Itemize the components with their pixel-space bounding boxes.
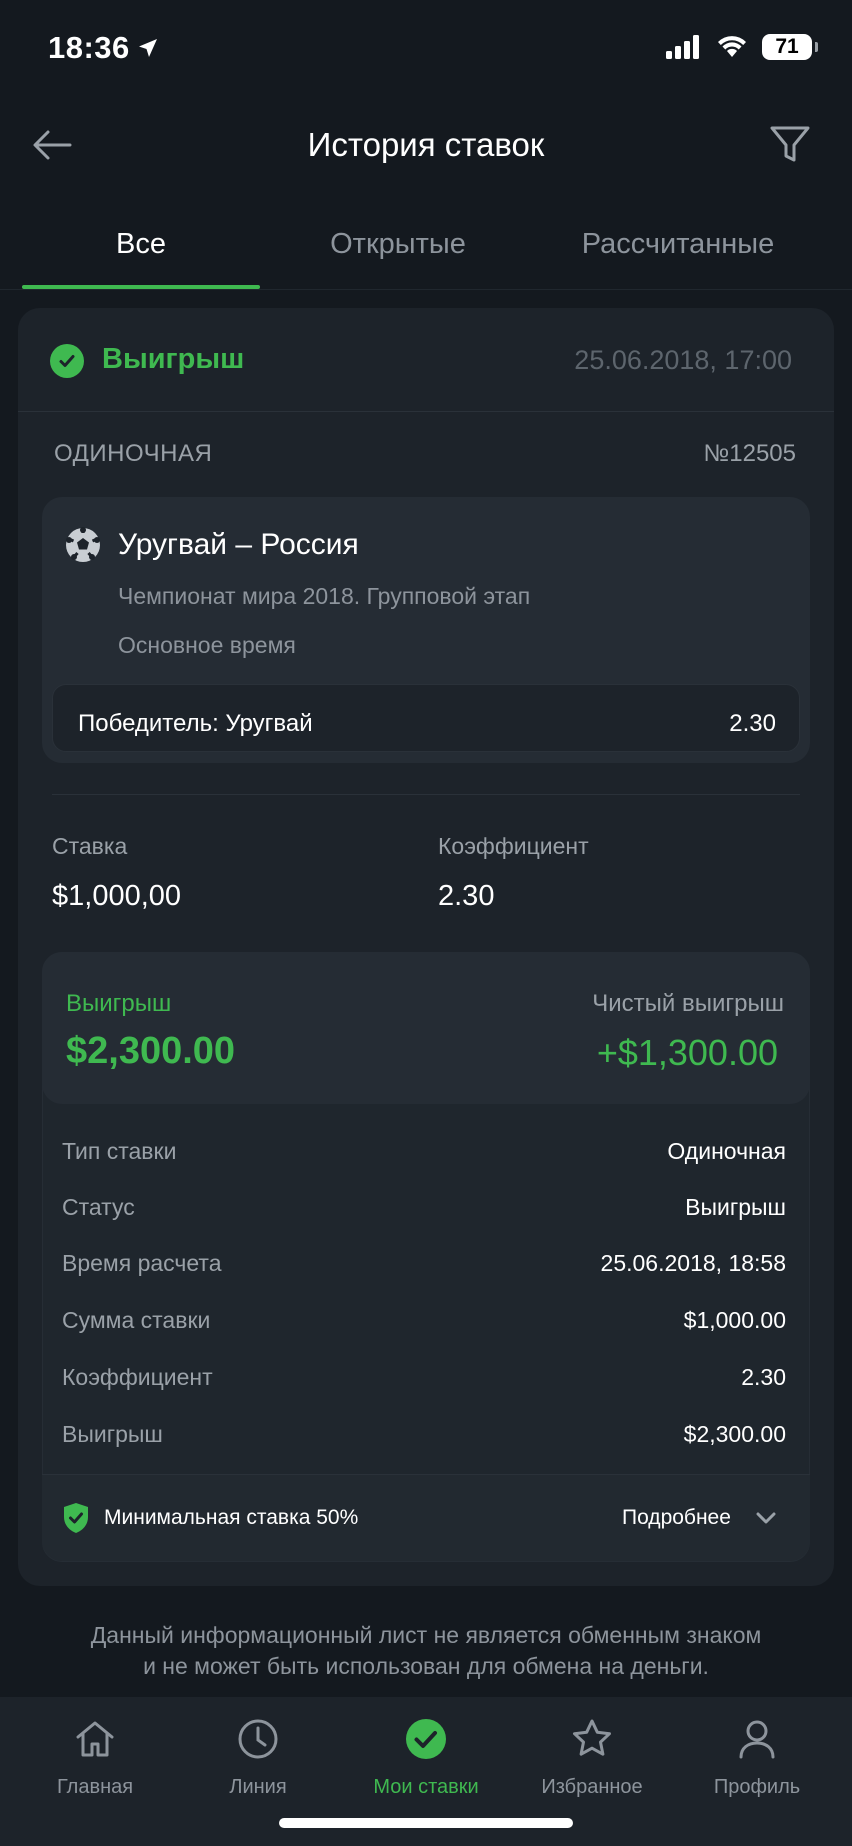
payout-value: $2,300.00 — [66, 1030, 236, 1072]
detail-value: $2,300.00 — [683, 1421, 786, 1447]
check-circle-icon — [50, 344, 84, 378]
filter-button[interactable] — [768, 122, 812, 171]
filter-icon — [770, 126, 810, 162]
event-period: Основное время — [118, 632, 296, 658]
detail-label: Тип ставки — [62, 1138, 177, 1164]
disclaimer-line-2: и не может быть использован для обмена н… — [143, 1653, 709, 1679]
detail-value: Одиночная — [667, 1138, 786, 1164]
nav-item-favorites[interactable]: Избранное — [517, 1712, 667, 1799]
bet-date: 25.06.2018, 17:00 — [574, 345, 792, 375]
payout-label: Выигрыш — [66, 990, 172, 1017]
tab-settled[interactable]: Рассчитанные — [550, 228, 806, 261]
wifi-icon — [718, 36, 746, 57]
detail-value: $1,000.00 — [683, 1307, 786, 1333]
bet-result: Выигрыш — [102, 343, 245, 375]
stake-value: $1,000,00 — [52, 880, 182, 912]
bet-type: ОДИНОЧНАЯ — [54, 440, 213, 467]
selection-odds: 2.30 — [729, 710, 776, 737]
detail-label: Выигрыш — [62, 1421, 163, 1447]
detail-label: Сумма ставки — [62, 1307, 211, 1333]
clock-icon — [183, 1712, 333, 1766]
check-circle-icon — [351, 1712, 501, 1766]
home-indicator[interactable] — [279, 1818, 573, 1828]
status-time-text: 18:36 — [48, 30, 130, 65]
detail-value: 25.06.2018, 18:58 — [600, 1250, 786, 1276]
bet-number: №12505 — [703, 440, 796, 467]
nav-item-line[interactable]: Линия — [183, 1712, 333, 1799]
user-icon — [682, 1712, 832, 1766]
star-icon — [517, 1712, 667, 1766]
signal-icon — [666, 35, 699, 59]
event-title: Уругвай – Россия — [118, 528, 359, 561]
shield-check-icon — [62, 1502, 90, 1539]
location-arrow-icon — [138, 39, 157, 57]
nav-item-home[interactable]: Главная — [20, 1712, 170, 1799]
event-league: Чемпионат мира 2018. Групповой этап — [118, 583, 531, 609]
tab-all[interactable]: Все — [22, 228, 260, 261]
battery-indicator: 71 — [762, 34, 818, 60]
nav-item-my-bets[interactable]: Мои ставки — [351, 1712, 501, 1799]
disclaimer-line-1: Данный информационный лист не является о… — [90, 1622, 762, 1648]
selection-label: Победитель: Уругвай — [78, 710, 313, 737]
nav-label: Мои ставки — [373, 1776, 479, 1798]
nav-label: Профиль — [713, 1776, 801, 1798]
detail-value: 2.30 — [741, 1364, 786, 1390]
detail-label: Время расчета — [62, 1250, 222, 1276]
min-stake-label: Минимальная ставка 50% — [104, 1506, 359, 1529]
payout-summary — [42, 952, 810, 1104]
detail-label: Статус — [62, 1194, 135, 1220]
nav-label: Избранное — [541, 1776, 643, 1798]
net-win-value: +$1,300.00 — [596, 1032, 778, 1073]
detail-label: Коэффициент — [62, 1364, 213, 1390]
page-title: История ставок — [307, 126, 545, 163]
tab-open[interactable]: Открытые — [280, 228, 516, 261]
status-indicators: 71 — [666, 34, 818, 60]
tab-divider — [0, 289, 852, 290]
more-button[interactable]: Подробнее — [622, 1506, 731, 1530]
battery-level: 71 — [775, 35, 799, 58]
nav-label: Главная — [56, 1776, 134, 1798]
soccer-ball-icon — [64, 526, 102, 569]
coefficient-value: 2.30 — [438, 880, 495, 912]
disclaimer: Данный информационный лист не является о… — [0, 1620, 852, 1682]
status-time: 18:36 — [48, 30, 160, 66]
net-win-label: Чистый выигрыш — [592, 990, 784, 1017]
chevron-down-icon[interactable] — [754, 1508, 778, 1533]
divider — [18, 411, 834, 412]
nav-item-profile[interactable]: Профиль — [682, 1712, 832, 1799]
stake-label: Ставка — [52, 833, 128, 859]
detail-value: Выигрыш — [685, 1194, 786, 1220]
nav-label: Линия — [229, 1776, 287, 1798]
divider — [52, 794, 800, 795]
coefficient-label: Коэффициент — [438, 833, 589, 859]
home-icon — [20, 1712, 170, 1766]
